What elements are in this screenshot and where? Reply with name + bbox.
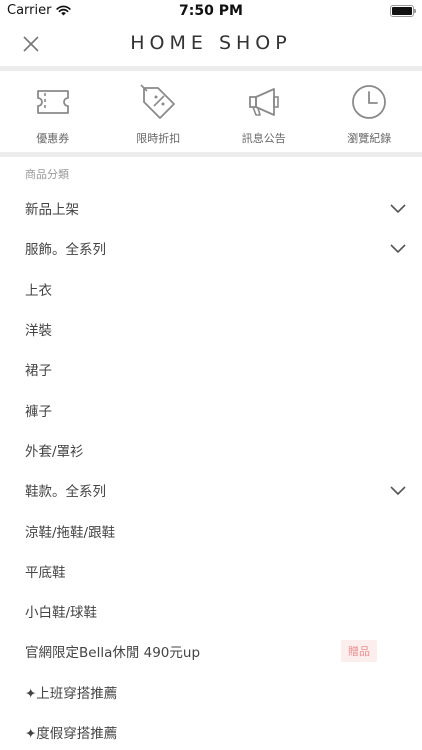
discount-tag-icon [140, 84, 176, 119]
shortcut-label: 瀏覽紀錄 [347, 132, 392, 145]
shortcut-flash-sale[interactable]: 限時折扣 [106, 74, 212, 152]
clock-icon [352, 85, 387, 119]
menu-item-label: 小白鞋/球鞋 [25, 605, 98, 622]
menu-item-label: 外套/罩衫 [25, 443, 84, 460]
shortcut-history[interactable]: 瀏覽紀錄 [317, 74, 422, 152]
shortcut-label: 優惠券 [36, 132, 70, 145]
shortcut-announcements[interactable]: 訊息公告 [211, 74, 317, 152]
brand-logo: HOME SHOP [130, 32, 292, 54]
menu-item-label: 涼鞋/拖鞋/跟鞋 [25, 524, 116, 541]
shortcut-label: 訊息公告 [241, 132, 286, 145]
menu-item-pants[interactable]: 褲子 [0, 389, 422, 429]
chevron-down-icon[interactable] [389, 483, 407, 497]
menu-item-label: 新品上架 [25, 202, 79, 219]
menu-item-label: 洋裝 [25, 323, 52, 340]
section-title: 商品分類 [25, 168, 69, 181]
menu-item-shoes-all[interactable]: 鞋款。全系列 [0, 470, 422, 510]
megaphone-icon [248, 88, 279, 116]
category-menu: 新品上架 服飾。全系列 上衣 洋裝 裙子 褲子 外套/罩衫 鞋款。全系列 涼鞋/… [0, 188, 422, 750]
menu-item-outerwear[interactable]: 外套/罩衫 [0, 430, 422, 470]
chevron-down-icon[interactable] [389, 201, 407, 215]
menu-item-new-arrivals[interactable]: 新品上架 [0, 188, 422, 228]
shortcut-coupons[interactable]: 優惠券 [0, 74, 106, 152]
menu-item-label: 平底鞋 [25, 564, 66, 581]
menu-item-label: 褲子 [25, 403, 52, 420]
nav-bar: HOME SHOP [0, 22, 422, 66]
shortcut-bar: 優惠券 限時折扣 訊息公告 瀏覽紀錄 [0, 74, 422, 152]
menu-item-vacation-outfits[interactable]: ✦度假穿搭推薦 [0, 712, 422, 750]
menu-item-dresses[interactable]: 洋裝 [0, 309, 422, 349]
menu-item-label: 鞋款。全系列 [25, 484, 106, 501]
ticket-icon [36, 90, 69, 114]
menu-item-label: 服飾。全系列 [25, 242, 106, 259]
menu-item-sandals[interactable]: 涼鞋/拖鞋/跟鞋 [0, 510, 422, 550]
menu-item-label: 上衣 [25, 282, 52, 299]
shortcut-divider [0, 152, 422, 157]
menu-item-tops[interactable]: 上衣 [0, 269, 422, 309]
menu-item-label: 裙子 [25, 363, 52, 380]
status-bar: Carrier 7:50 PM [0, 0, 422, 22]
menu-item-apparel-all[interactable]: 服飾。全系列 [0, 228, 422, 268]
menu-item-label: ✦上班穿搭推薦 [25, 685, 118, 702]
battery-icon [390, 5, 416, 17]
menu-item-skirts[interactable]: 裙子 [0, 349, 422, 389]
menu-item-online-exclusive[interactable]: 官網限定Bella休閒 490元up 贈品 [0, 631, 422, 671]
menu-item-flats[interactable]: 平底鞋 [0, 551, 422, 591]
status-time: 7:50 PM [179, 3, 243, 19]
menu-item-sneakers[interactable]: 小白鞋/球鞋 [0, 591, 422, 631]
chevron-down-icon[interactable] [389, 241, 407, 255]
menu-item-label: 官網限定Bella休閒 490元up [25, 645, 201, 662]
gift-badge: 贈品 [341, 640, 377, 663]
header-divider [0, 66, 422, 71]
shortcut-label: 限時折扣 [136, 132, 181, 145]
menu-item-label: ✦度假穿搭推薦 [25, 726, 118, 742]
menu-item-work-outfits[interactable]: ✦上班穿搭推薦 [0, 672, 422, 712]
